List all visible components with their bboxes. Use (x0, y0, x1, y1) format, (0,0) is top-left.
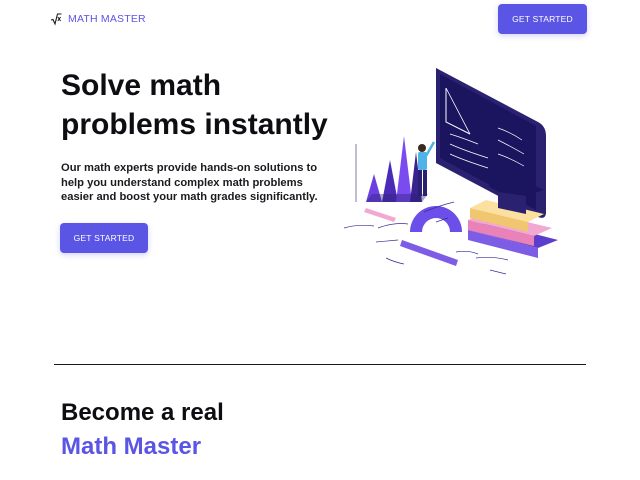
top-navigation: MATH MASTER GET STARTED (0, 0, 640, 40)
nav-get-started-button[interactable]: GET STARTED (498, 4, 587, 34)
cone-chart (355, 136, 428, 202)
brand-name: MATH MASTER (68, 13, 146, 25)
section-divider (54, 364, 586, 365)
section-title: Become a real (61, 399, 224, 426)
protractor-and-ruler (364, 206, 462, 266)
math-illustration (343, 68, 558, 275)
person-figure (418, 141, 436, 196)
brand-logo[interactable]: MATH MASTER (50, 12, 146, 26)
hero-title: Solve math problems instantly (61, 69, 328, 141)
hero-get-started-button[interactable]: GET STARTED (60, 223, 148, 253)
hero-description: Our math experts provide hands-on soluti… (61, 162, 318, 203)
chalkboard (436, 68, 546, 218)
sqrt-x-icon (50, 13, 62, 26)
section-accent-title: Math Master (61, 433, 202, 460)
